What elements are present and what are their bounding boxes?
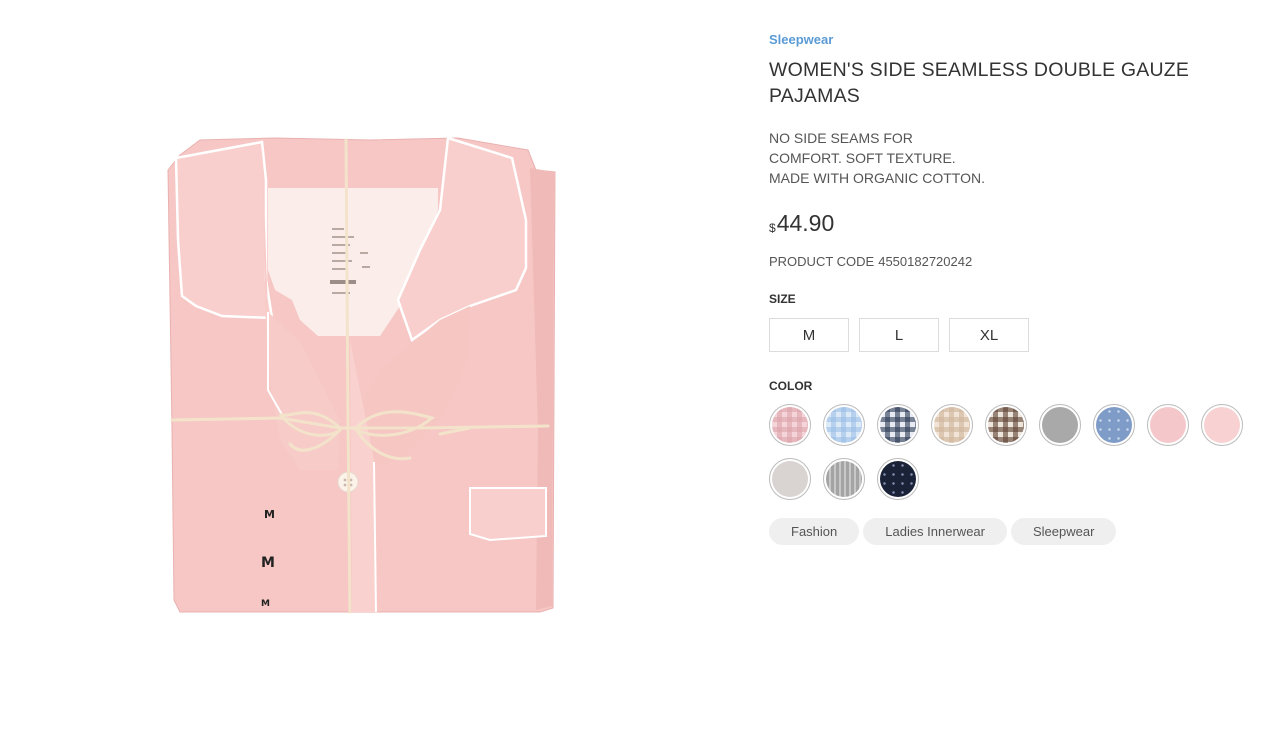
color-swatch-fill [1150,407,1186,443]
color-swatch-fill [934,407,970,443]
size-label: SIZE [769,292,796,306]
size-tag-letter: M [261,555,275,571]
product-description: NO SIDE SEAMS FOR COMFORT. SOFT TEXTURE.… [769,128,985,188]
color-swatch-fill [1204,407,1240,443]
product-title: WOMEN'S SIDE SEAMLESS DOUBLE GAUZE PAJAM… [769,59,1190,107]
description-line: MADE WITH ORGANIC COTTON. [769,170,985,186]
size-option-l[interactable]: L [859,318,939,352]
color-swatch-fill [880,461,916,497]
color-swatch-fill [826,407,862,443]
product-image[interactable]: M M M [0,0,736,748]
size-selector: M L XL [769,318,1029,352]
color-swatch-fill [826,461,862,497]
color-swatch-blue-dot[interactable] [1093,404,1135,446]
tag-fashion[interactable]: Fashion [769,518,860,545]
product-code-value: 4550182720242 [878,254,973,269]
price-amount: 44.90 [776,210,835,236]
color-swatch-navy-check[interactable] [877,404,919,446]
size-option-xl[interactable]: XL [949,318,1029,352]
color-label: COLOR [769,379,813,393]
product-code: PRODUCT CODE 4550182720242 [769,254,972,269]
description-line: COMFORT. SOFT TEXTURE. [769,150,956,166]
tag-sleepwear[interactable]: Sleepwear [1010,518,1117,545]
category-link[interactable]: Sleepwear [769,32,833,47]
color-swatch-pink-check[interactable] [769,404,811,446]
tag-list: Fashion Ladies Innerwear Sleepwear [769,518,1117,545]
size-tag-letter: M [261,599,270,609]
product-price: $44.90 [769,210,834,237]
color-swatch-fill [772,461,808,497]
color-swatch-beige-check[interactable] [931,404,973,446]
color-swatches [769,404,1249,500]
price-currency: $ [769,221,776,235]
product-image-panel: M M M [0,0,736,748]
color-swatch-gray-stripe[interactable] [823,458,865,500]
color-swatch-fill [880,407,916,443]
color-swatch-light-pink[interactable] [1147,404,1189,446]
color-swatch-fill [1096,407,1132,443]
color-swatch-fill [1042,407,1078,443]
size-option-m[interactable]: M [769,318,849,352]
description-line: NO SIDE SEAMS FOR [769,130,913,146]
color-swatch-navy-dot[interactable] [877,458,919,500]
color-swatch-gray[interactable] [1039,404,1081,446]
color-swatch-fill [988,407,1024,443]
color-swatch-blue-check[interactable] [823,404,865,446]
color-swatch-brown-check[interactable] [985,404,1027,446]
size-tag-letter: M [264,508,275,521]
color-swatch-fill [772,407,808,443]
color-swatch-pale-pink[interactable] [1201,404,1243,446]
tag-ladies-innerwear[interactable]: Ladies Innerwear [863,518,1007,545]
color-swatch-light-gray[interactable] [769,458,811,500]
product-code-label: PRODUCT CODE [769,254,875,269]
